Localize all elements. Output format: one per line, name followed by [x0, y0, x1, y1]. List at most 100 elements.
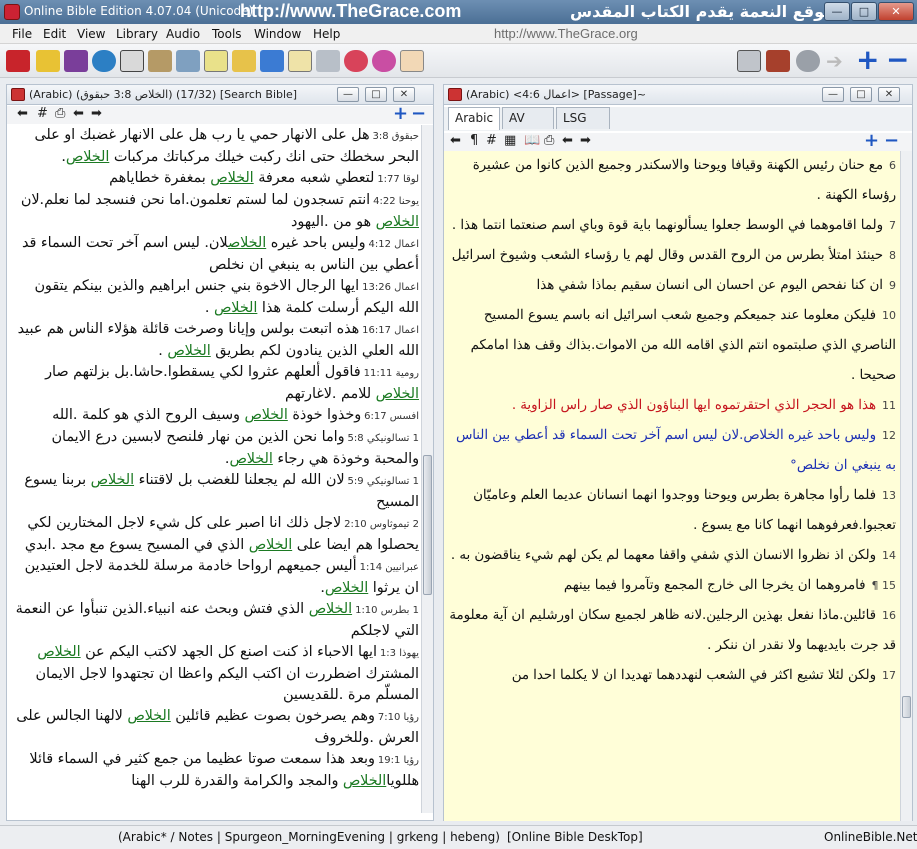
pane-restore-button[interactable]: □: [850, 87, 872, 102]
search-result-item[interactable]: اعمال 16:17هذه اتبعت بولس وإيانا وصرخت ق…: [11, 319, 421, 362]
help-balloon-icon[interactable]: [344, 50, 368, 72]
passage-scroll-thumb[interactable]: [902, 696, 911, 718]
pane-plus-icon[interactable]: +: [864, 132, 879, 150]
search-magnifier-icon[interactable]: [737, 50, 761, 72]
verse-reference[interactable]: رومية 11:11: [364, 368, 419, 379]
search-result-item[interactable]: يهوذا 1:3ايها الاحباء اذ كنت اصنع كل الج…: [11, 642, 421, 706]
home-icon[interactable]: [232, 50, 256, 72]
pane-minimize-button[interactable]: —: [337, 87, 359, 102]
prev-arrow-icon[interactable]: ⬅: [562, 133, 573, 148]
verse-reference[interactable]: 1 بطرس 1:10: [355, 605, 419, 616]
search-hit-word[interactable]: الخلاص: [309, 601, 352, 617]
document-icon[interactable]: [288, 50, 312, 72]
search-hit-word[interactable]: الخلاص: [376, 214, 419, 230]
verse-number[interactable]: 12: [882, 429, 896, 442]
search-hit-word[interactable]: الخلاص: [127, 708, 170, 724]
print-icon[interactable]: ⎙: [544, 133, 554, 148]
verse-number[interactable]: 16: [882, 609, 896, 622]
minus-icon[interactable]: −: [886, 46, 910, 74]
menu-audio[interactable]: Audio: [166, 27, 200, 41]
verse-number[interactable]: 14: [882, 549, 896, 562]
verse-reference[interactable]: اعمال 13:26: [362, 282, 419, 293]
search-result-item[interactable]: رؤيا 7:10وهم يصرخون بصوت عظيم قائلين الخ…: [11, 706, 421, 749]
search-result-item[interactable]: رؤيا 19:1وبعد هذا سمعت صوتا عظيما من جمع…: [11, 749, 421, 792]
search-hit-word[interactable]: الخلاص: [228, 235, 266, 251]
hand-icon[interactable]: [400, 50, 424, 72]
hash-icon[interactable]: #: [37, 106, 48, 121]
menu-library[interactable]: Library: [116, 27, 158, 41]
maximize-button[interactable]: □: [851, 2, 877, 21]
clipboard-icon[interactable]: [204, 50, 228, 72]
hash-icon[interactable]: #: [486, 133, 497, 148]
back-icon[interactable]: ⬅: [450, 133, 461, 148]
globe-icon[interactable]: [92, 50, 116, 72]
verse-number[interactable]: 8: [889, 249, 896, 262]
verse-number[interactable]: 9: [889, 279, 896, 292]
pane-minimize-button[interactable]: —: [822, 87, 844, 102]
pane-close-button[interactable]: ✕: [393, 87, 415, 102]
verse-reference[interactable]: 1 تسالونيكي 5:9: [348, 476, 419, 487]
library-icon[interactable]: ▦: [504, 133, 516, 148]
verse-reference[interactable]: اعمال 16:17: [362, 325, 419, 336]
verse-number[interactable]: 7: [889, 219, 896, 232]
paragraph-icon[interactable]: ¶: [470, 133, 478, 148]
verse-reference[interactable]: حبقوق 3:8: [373, 131, 419, 142]
pane-close-button[interactable]: ✕: [878, 87, 900, 102]
search-hit-word[interactable]: الخلاص: [167, 343, 210, 359]
search-result-item[interactable]: حبقوق 3:8هل على الانهار حمي يا رب هل على…: [11, 125, 421, 168]
search-result-item[interactable]: 1 تسالونيكي 5:9لان الله لم يجعلنا للغضب …: [11, 470, 421, 513]
pane-minus-icon[interactable]: −: [884, 132, 899, 150]
notes-icon[interactable]: [36, 50, 60, 72]
search-hit-word[interactable]: الخلاص: [66, 149, 109, 165]
tab-av[interactable]: AV: [502, 107, 554, 129]
tab-arabic[interactable]: Arabic: [448, 107, 500, 130]
search-result-item[interactable]: عبرانيين 1:14أليس جميعهم ارواحا خادمة مر…: [11, 556, 421, 599]
search-scroll-thumb[interactable]: [423, 455, 432, 595]
pane-restore-button[interactable]: □: [365, 87, 387, 102]
search-hit-word[interactable]: الخلاص: [325, 580, 368, 596]
verse-number[interactable]: 10: [882, 309, 896, 322]
print-icon[interactable]: ⎙: [55, 106, 65, 121]
verse-number[interactable]: 13: [882, 489, 896, 502]
verse-reference[interactable]: رؤيا 7:10: [378, 712, 419, 723]
arrow-right-icon[interactable]: ➔: [826, 50, 850, 72]
bible-icon[interactable]: [6, 50, 30, 72]
menu-window[interactable]: Window: [254, 27, 301, 41]
verse-reference[interactable]: افسس 6:17: [364, 411, 419, 422]
verse-reference[interactable]: لوقا 1:77: [377, 174, 419, 185]
close-button[interactable]: ✕: [878, 2, 914, 21]
verse-number[interactable]: 11: [882, 399, 896, 412]
verse-number[interactable]: 15 ¶: [872, 579, 897, 592]
verse-reference[interactable]: يهوذا 1:3: [380, 648, 419, 659]
search-result-item[interactable]: 1 تسالونيكي 5:8واما نحن الذين من نهار فل…: [11, 427, 421, 470]
search-hit-word[interactable]: الخلاص: [91, 472, 134, 488]
search-result-item[interactable]: اعمال 13:26ايها الرجال الاخوة بني جنس اب…: [11, 276, 421, 319]
search-hit-word[interactable]: الخلاص: [214, 300, 257, 316]
plus-icon[interactable]: +: [856, 46, 880, 74]
pane-minus-icon[interactable]: −: [411, 105, 426, 123]
menu-help[interactable]: Help: [313, 27, 340, 41]
search-result-item[interactable]: 1 بطرس 1:10الخلاص الذي فتش وبحث عنه انبي…: [11, 599, 421, 642]
open-book-icon[interactable]: [120, 50, 144, 72]
search-hit-word[interactable]: الخلاص: [229, 451, 272, 467]
tools-icon[interactable]: [176, 50, 200, 72]
search-hit-word[interactable]: الخلاص: [343, 773, 386, 789]
edit-icon[interactable]: [148, 50, 172, 72]
passage-scrollbar[interactable]: [900, 151, 912, 821]
search-hit-word[interactable]: الخلاص: [249, 537, 292, 553]
pane-plus-icon[interactable]: +: [393, 105, 408, 123]
search-hit-word[interactable]: الخلاص: [244, 407, 287, 423]
verse-number[interactable]: 6: [889, 159, 896, 172]
search-result-item[interactable]: رومية 11:11فاقول ألعلهم عثروا لكي يسقطوا…: [11, 362, 421, 405]
verse-reference[interactable]: 1 تسالونيكي 5:8: [348, 433, 419, 444]
books-icon[interactable]: [64, 50, 88, 72]
search-result-item[interactable]: لوقا 1:77لتعطي شعبه معرفة الخلاص بمغفرة …: [11, 168, 421, 190]
balloons-icon[interactable]: [372, 50, 396, 72]
search-result-item[interactable]: اعمال 4:12وليس باحد غيره الخلاصلان. ليس …: [11, 233, 421, 276]
verse-reference[interactable]: 2 تيموثاوس 2:10: [344, 519, 419, 530]
search-scrollbar[interactable]: [421, 125, 433, 813]
verse-reference[interactable]: يوحنا 4:22: [373, 196, 419, 207]
verse-reference[interactable]: رؤيا 19:1: [378, 755, 419, 766]
back-icon[interactable]: ⬅: [17, 106, 28, 121]
book-icon[interactable]: 📖: [524, 133, 540, 148]
